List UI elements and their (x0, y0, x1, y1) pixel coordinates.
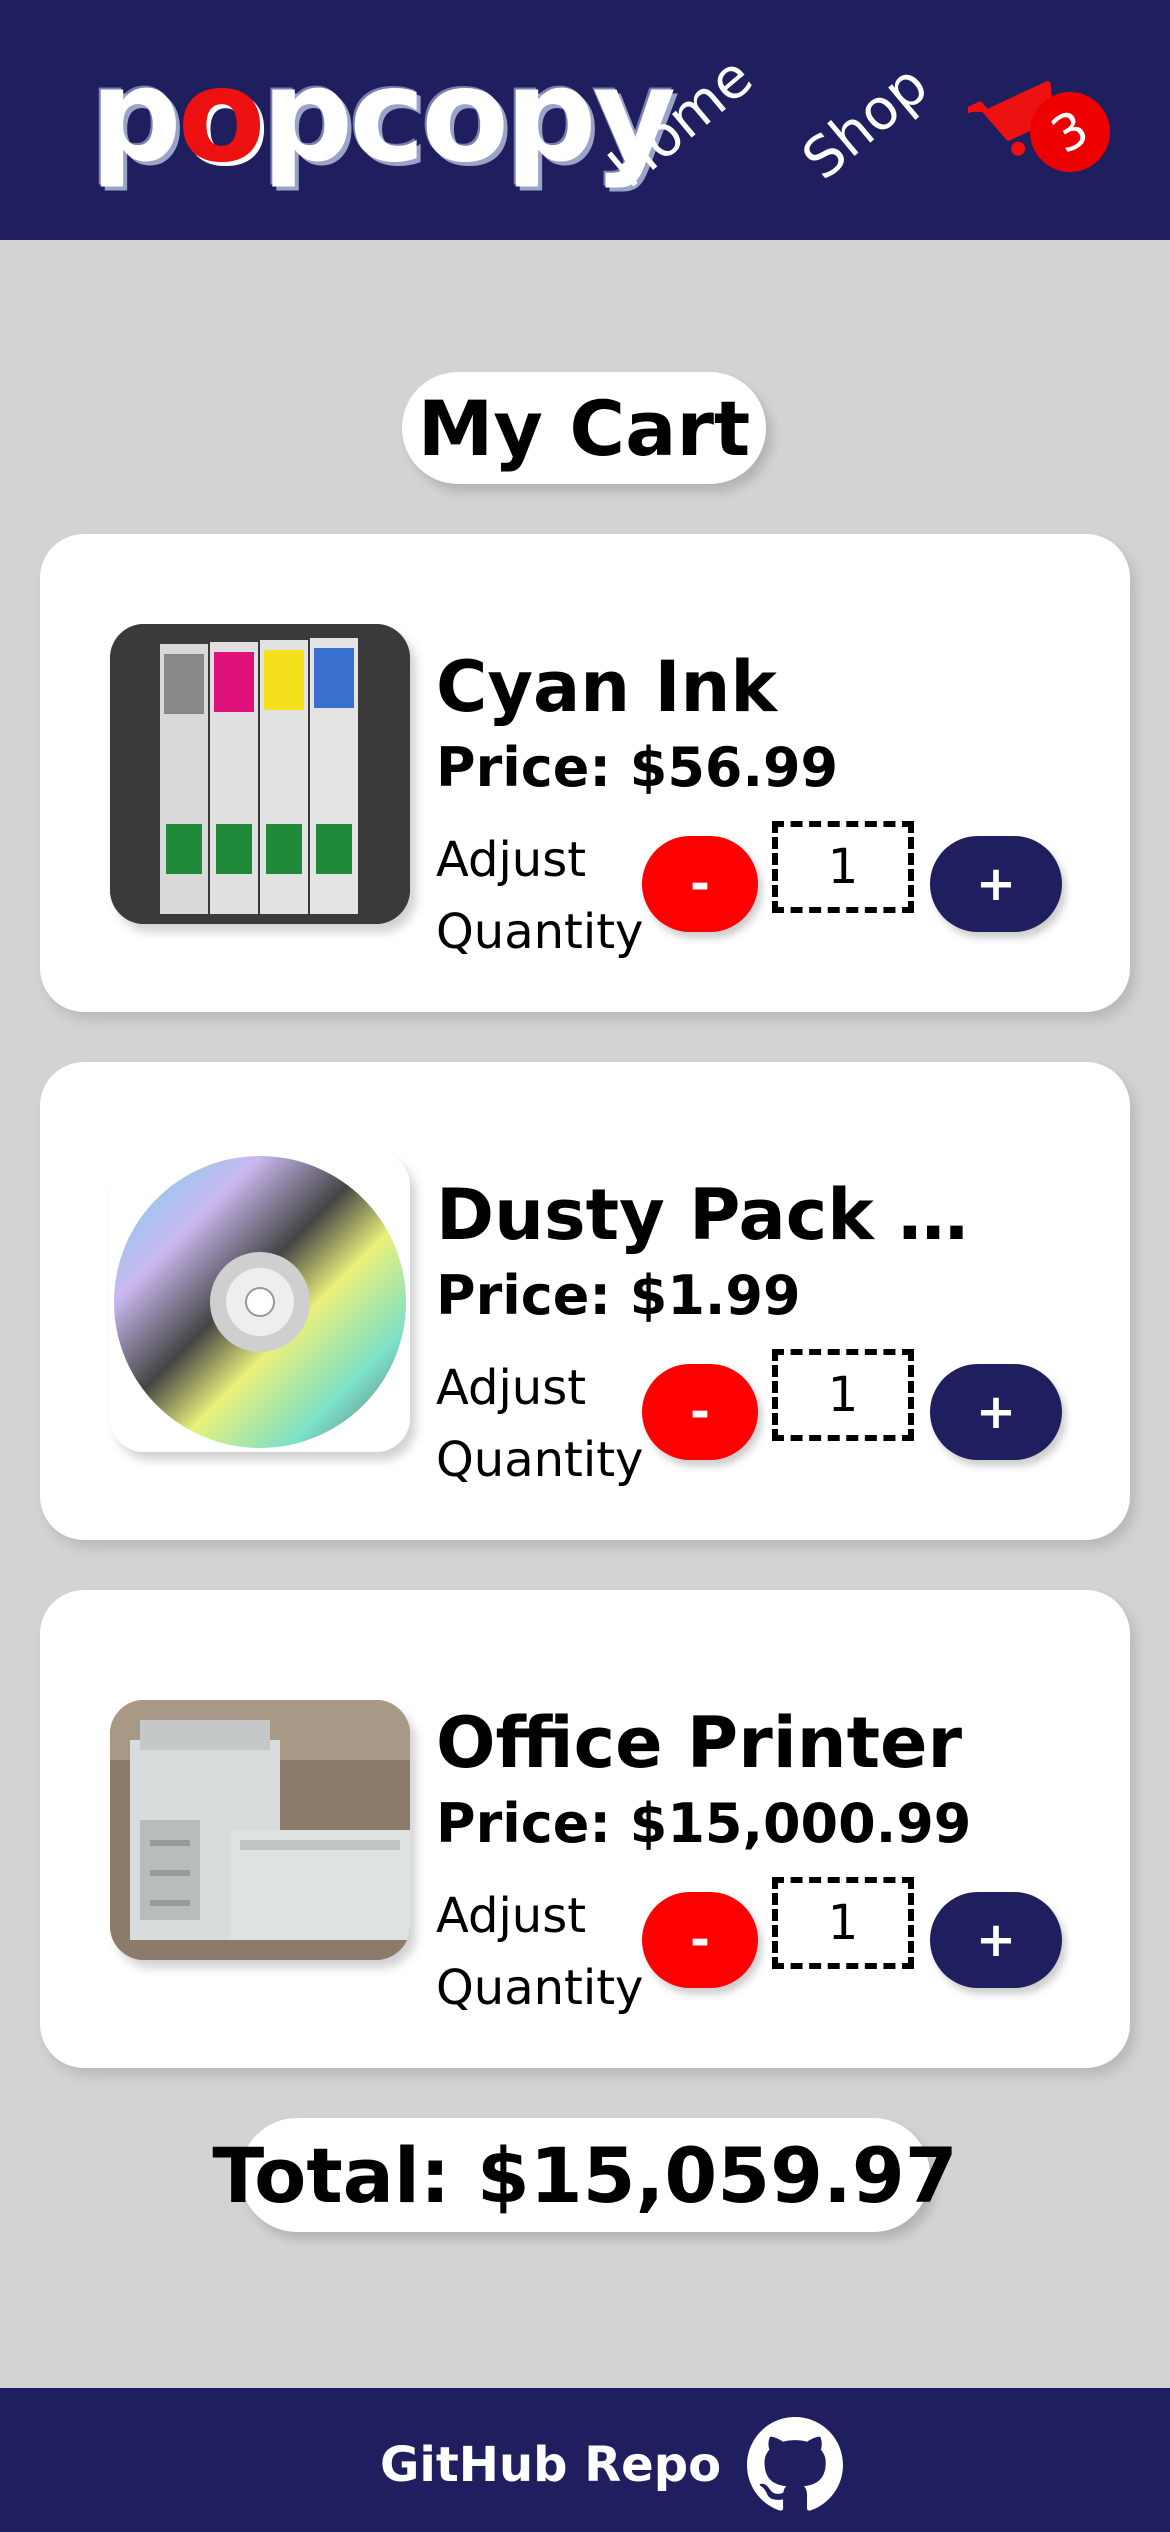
cd-disc-illustration (110, 1152, 410, 1452)
item-name: Office Printer (436, 1702, 963, 1784)
cart-item-card: Cyan Ink Price: $56.99 Adjust Quantity -… (40, 534, 1130, 1012)
item-price: Price: $15,000.99 (436, 1792, 972, 1855)
cart-total: Total: $15,059.97 (212, 2118, 958, 2232)
page-title: My Cart (402, 372, 766, 484)
increase-quantity-button[interactable]: + (930, 836, 1062, 932)
item-name: Dusty Pack of ... (436, 1174, 996, 1256)
site-footer: GitHub Repo (0, 2388, 1170, 2532)
quantity-input[interactable] (772, 821, 914, 913)
cart-item-card: Dusty Pack of ... Price: $1.99 Adjust Qu… (40, 1062, 1130, 1540)
ink-cartridges-illustration (110, 624, 410, 924)
adjust-quantity-label: Adjust Quantity (436, 1888, 644, 2016)
logo-part-1: p (90, 42, 182, 191)
office-printer-image (110, 1700, 410, 1960)
decrease-quantity-button[interactable]: - (642, 836, 758, 932)
github-repo-label: GitHub Repo (380, 2437, 722, 2493)
cd-disc-image (110, 1152, 410, 1452)
adjust-quantity-label: Adjust Quantity (436, 832, 644, 960)
ink-cartridges-image (110, 624, 410, 924)
quantity-input[interactable] (772, 1877, 914, 1969)
adjust-quantity-label: Adjust Quantity (436, 1360, 644, 1488)
quantity-input[interactable] (772, 1349, 914, 1441)
increase-quantity-button[interactable]: + (930, 1364, 1062, 1460)
cart-button[interactable]: 3 (960, 62, 1125, 187)
office-printer-illustration (110, 1700, 410, 1960)
decrease-quantity-button[interactable]: - (642, 1364, 758, 1460)
github-repo-link[interactable]: GitHub Repo (380, 2417, 844, 2511)
nav-shop-link[interactable]: Shop (791, 52, 941, 192)
popcopy-logo[interactable]: popcopy (90, 52, 676, 182)
cart-item-card: Office Printer Price: $15,000.99 Adjust … (40, 1590, 1130, 2068)
item-name: Cyan Ink (436, 646, 777, 728)
decrease-quantity-button[interactable]: - (642, 1892, 758, 1988)
site-header: popcopy Home Shop 3 (0, 0, 1170, 240)
github-icon (747, 2417, 844, 2511)
item-price: Price: $56.99 (436, 736, 839, 799)
increase-quantity-button[interactable]: + (930, 1892, 1062, 1988)
item-price: Price: $1.99 (436, 1264, 801, 1327)
logo-accent: o (177, 42, 266, 191)
